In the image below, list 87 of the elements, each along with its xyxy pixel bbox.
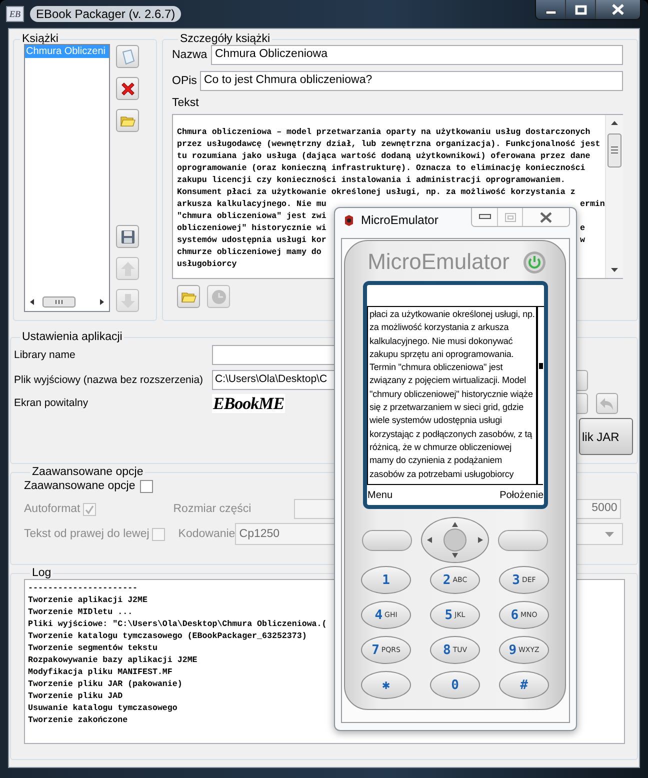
text-line: Konsument płaci za użytkowanie określonej usługi, np. za możliwość korzystania z xyxy=(177,187,576,199)
power-icon[interactable] xyxy=(523,250,546,274)
down-arrow-icon xyxy=(120,292,136,308)
text-line-fragment: e xyxy=(580,223,586,235)
delete-icon xyxy=(120,80,136,96)
soft-key[interactable] xyxy=(362,530,412,550)
window-title: EBook Packager (v. 2.6.7) xyxy=(30,6,182,22)
log-line: Modyfikacja pliku MANIFEST.MF xyxy=(28,668,172,677)
name-field[interactable]: Chmura Obliczeniowa xyxy=(211,45,623,65)
encoding-label: Kodowanie xyxy=(178,528,232,540)
log-line: Tworzenie pliku JAD xyxy=(28,692,123,701)
text-line: "chmura obliczeniowa" jest zwi xyxy=(177,211,326,223)
text-label: Tekst xyxy=(172,97,200,109)
autoformat-label: Autoformat xyxy=(24,503,80,515)
keypad-key[interactable]: 0 xyxy=(430,671,480,699)
splash-image: EBookME xyxy=(212,394,286,412)
text-line: usługobiorcy xyxy=(177,259,237,271)
keypad-key[interactable]: # xyxy=(499,671,549,699)
group-title: Książki xyxy=(21,33,60,45)
build-jar-button[interactable]: lik JAR xyxy=(579,418,633,455)
log-line: Tworzenie pliku JAR (pakowanie) xyxy=(28,680,182,689)
keypad-key[interactable]: 1 xyxy=(361,566,411,594)
text-line-fragment: ermin xyxy=(580,199,605,211)
text-line: chmurze obliczeniowej mamy do xyxy=(177,247,322,259)
save-button[interactable] xyxy=(116,225,139,248)
maximize-icon xyxy=(574,4,586,14)
log-line: Usuwanie katalogu tymczasowego xyxy=(28,704,178,713)
keypad-key[interactable]: ✱ xyxy=(361,671,411,699)
undo-arrow-icon xyxy=(599,396,615,410)
splash-screen-label: Ekran powitalny xyxy=(14,397,90,409)
open-folder-button[interactable] xyxy=(177,285,200,308)
description-label: OPis xyxy=(172,75,198,87)
app-icon xyxy=(343,214,355,226)
minimize-icon xyxy=(478,214,490,220)
soft-key-label: Położenie xyxy=(500,490,544,501)
log-line: ---------------------- xyxy=(28,584,138,593)
log-line: Rozpakowywanie bazy aplikacji J2ME xyxy=(28,656,198,665)
maximize-icon xyxy=(504,212,516,222)
delete-button[interactable] xyxy=(116,77,139,100)
clock-icon xyxy=(210,288,226,304)
group-title: Szczegóły książki xyxy=(179,33,272,45)
description-field[interactable]: Co to jest Chmura obliczeniowa? xyxy=(200,71,623,91)
log-line: Tworzenie aplikacji J2ME xyxy=(28,596,148,605)
log-line: Tworzenie MIDletu ... xyxy=(28,608,133,617)
document-icon xyxy=(120,48,136,64)
text-line: oprogramowanie (oraz konieczną infrastrukturę). Oznacza to eliminację konieczności xyxy=(177,163,586,175)
vertical-scrollbar[interactable] xyxy=(604,115,623,278)
soft-key-label: Menu xyxy=(368,490,393,501)
open-folder-button[interactable] xyxy=(116,109,139,132)
text-line: arkusza kalkulacyjnego. Nie mu xyxy=(177,199,326,211)
advanced-options-checkbox[interactable] xyxy=(140,480,154,492)
group-title: Ustawienia aplikacji xyxy=(21,331,124,343)
log-line: Tworzenie katalogu tymczasowego (EBookPackager_63252373) xyxy=(28,632,307,641)
maximize-button[interactable] xyxy=(566,0,596,19)
part-size-label: Rozmiar części xyxy=(173,503,252,515)
close-button[interactable] xyxy=(596,0,640,19)
undo-button[interactable] xyxy=(596,393,618,414)
text-line: przez usługodawcę (wewnętrzny dział, lub zewnętrzna organizacja). Funkcjonalność jest xyxy=(177,139,600,151)
output-file-label: Plik wyjściowy (nazwa bez rozszerzenia) xyxy=(14,374,204,386)
check-icon xyxy=(84,504,96,514)
close-icon xyxy=(539,212,553,222)
library-name-label: Library name xyxy=(14,349,76,361)
log-line: Pliki wyjściowe: "C:\Users\Ola\Desktop\Chmura Obliczeniowa.( xyxy=(28,620,327,629)
app-icon: EB xyxy=(6,6,24,22)
window-title: MicroEmulator xyxy=(361,213,438,227)
minimize-button[interactable] xyxy=(536,0,566,19)
close-button[interactable] xyxy=(523,208,569,226)
log-line: Tworzenie segmentów tekstu xyxy=(28,644,158,653)
text-line: obliczeniowej" historycznie wi xyxy=(177,223,326,235)
log-line: Tworzenie zakończone xyxy=(28,716,128,725)
close-icon xyxy=(612,4,624,15)
text-line: tu rozumiana jako usługa (dająca wartość dodaną użytkownikowi) oferowana przez dane xyxy=(177,151,590,163)
name-label: Nazwa xyxy=(172,49,208,61)
text-line: systemów udostępnia usługi kor xyxy=(177,235,326,247)
up-arrow-icon xyxy=(120,260,136,276)
text-line: Chmura obliczeniowa – model przetwarzania oparty na użytkowaniu usług dostarczonych xyxy=(177,127,590,139)
group-title: Zaawansowane opcje xyxy=(31,466,144,478)
dropdown-arrow-icon xyxy=(605,532,614,536)
advanced-options-label: Zaawansowane opcje xyxy=(24,480,136,492)
text-line-fragment: w xyxy=(580,235,586,247)
text-line: zakupu licencji czy konieczności instalowania i administracji oprogramowaniem. xyxy=(177,175,566,187)
right-to-left-label: Tekst od prawej do lewej xyxy=(24,528,150,540)
group-title: Log xyxy=(31,567,52,579)
screen-text: płaci za użytkowanie określonej usługi, np. za możliwość korzystania z arkusza kalkulacyjnego. Nie musi dokonywać zakupu sprzętu ani oprogramowania. Termin "chmura obliczeniowa" jest związany z pojęciem wirtualizacji. Model "chmury obliczeniowej" historycznie wiąże się z przetwarzaniem w sieci grid, gdzie wiele systemów udostępnia usługi korzystając z podłączonych zasobów, z tą różnicą, że w chmurze obliczeniowej mamy do czynienia z podążaniem zasobów za potrzebami usługobiorcy xyxy=(368,308,536,481)
soft-key[interactable] xyxy=(498,530,548,550)
brand-text: MicroEmulator xyxy=(368,249,510,275)
new-document-button[interactable] xyxy=(116,45,139,68)
